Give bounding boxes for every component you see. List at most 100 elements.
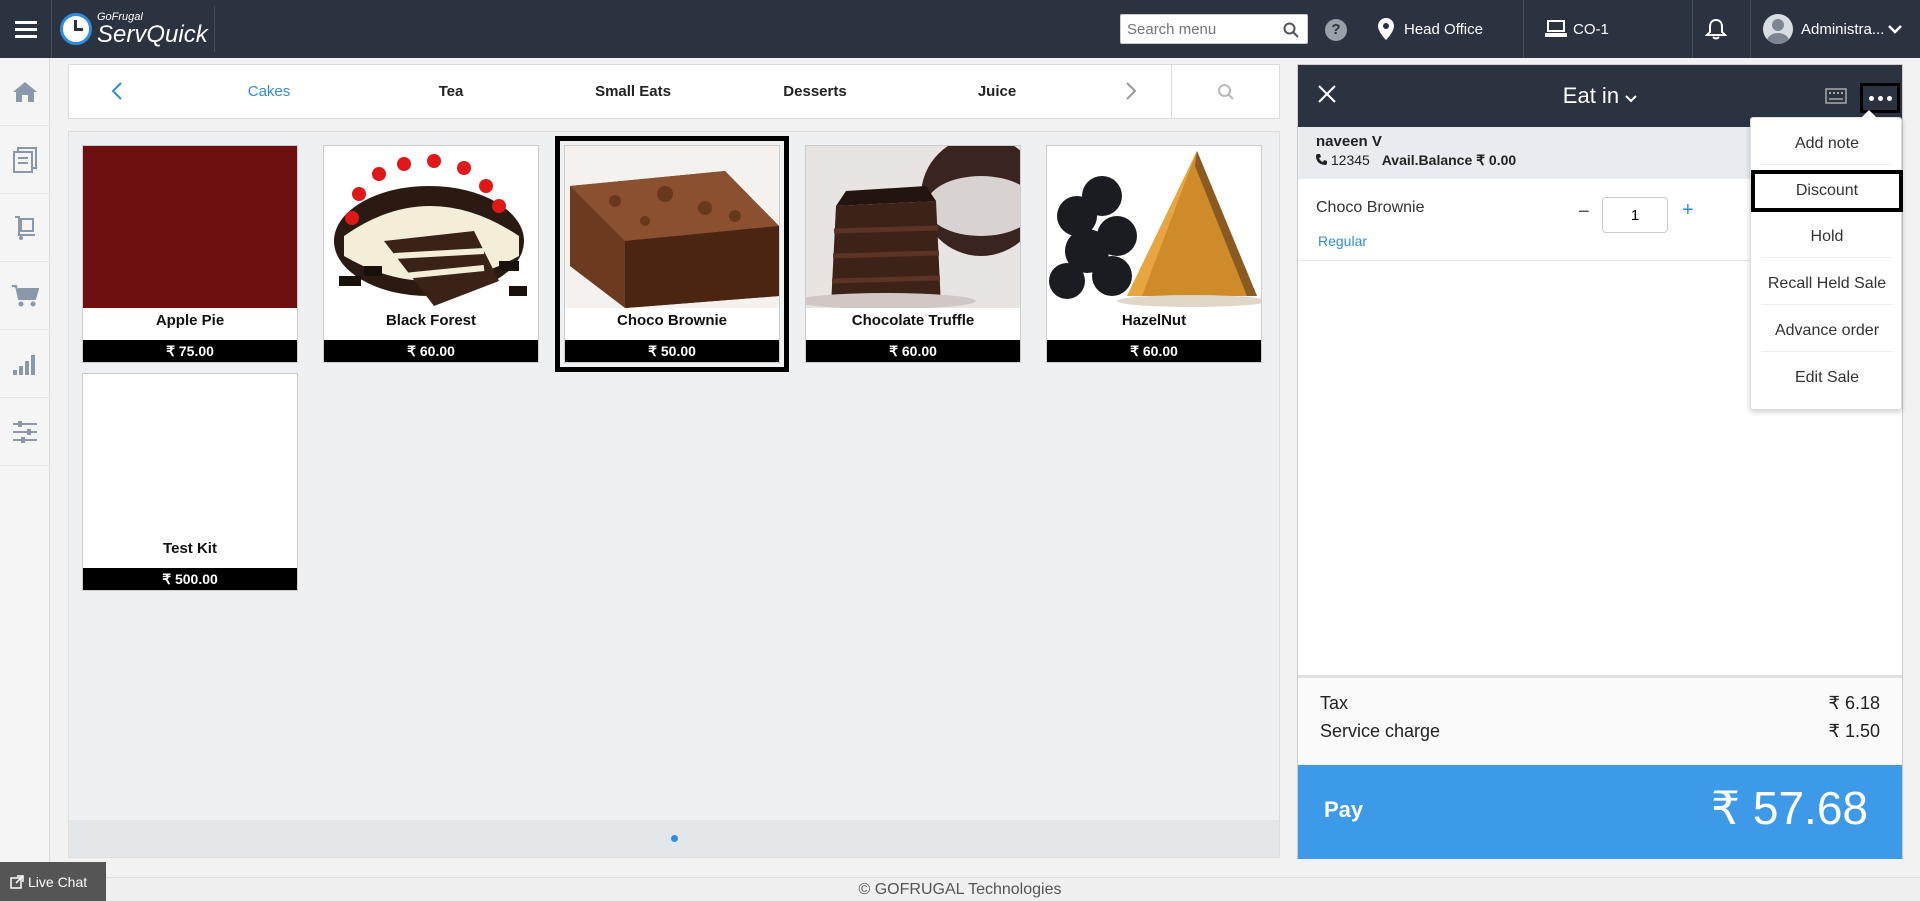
line-item-variant[interactable]: Regular — [1318, 233, 1367, 249]
product-name: HazelNut — [1121, 312, 1187, 329]
trolley-icon — [15, 215, 35, 240]
bell-icon — [1705, 18, 1727, 40]
external-link-icon — [10, 874, 24, 889]
hamburger-menu-icon[interactable] — [0, 0, 52, 58]
cart-icon — [12, 284, 39, 306]
product-image — [806, 146, 1020, 308]
product-price: ₹ 60.00 — [324, 340, 538, 362]
customer-phone: 12345 — [1330, 152, 1370, 168]
map-pin-icon — [1378, 18, 1394, 40]
catalog-icon — [13, 146, 37, 173]
product-card-test-kit[interactable]: Test Kit ₹ 500.00 — [82, 373, 298, 591]
product-card-apple-pie[interactable]: Apple Pie ₹ 75.00 — [82, 145, 298, 363]
product-name: Test Kit — [163, 540, 217, 557]
category-tab-cakes[interactable]: Cakes — [209, 65, 329, 118]
product-card-chocolate-truffle[interactable]: Chocolate Truffle ₹ 60.00 — [805, 145, 1021, 363]
product-name: Apple Pie — [155, 312, 225, 329]
pay-amount: ₹ 57.68 — [1710, 782, 1868, 834]
chevron-down-icon — [1625, 95, 1637, 103]
footer: © GOFRUGAL Technologies — [0, 877, 1920, 901]
phone-icon — [1316, 154, 1327, 165]
more-options-menu: Add note Discount Hold Recall Held Sale … — [1750, 110, 1903, 410]
pay-button[interactable]: Pay ₹ 57.68 — [1298, 765, 1902, 859]
live-chat-button[interactable]: Live Chat — [0, 862, 106, 901]
location-selector[interactable]: Head Office — [1378, 0, 1483, 58]
terminal-selector[interactable]: CO-1 — [1545, 0, 1609, 58]
brand-big: ServQuick — [97, 20, 208, 48]
tax-value: ₹ 6.18 — [1828, 693, 1881, 713]
quantity-input[interactable] — [1602, 197, 1668, 233]
product-name: Choco Brownie — [616, 312, 727, 329]
service-charge-row: Service charge ₹ 1.50 — [1320, 721, 1880, 742]
top-bar: GoFrugal ServQuick ? Head Office CO-1 Ad… — [0, 0, 1920, 58]
category-search-button[interactable] — [1171, 65, 1279, 118]
qty-increase-button[interactable]: + — [1682, 199, 1694, 222]
help-icon[interactable]: ? — [1325, 19, 1347, 41]
product-image — [324, 146, 538, 308]
page-dot-active[interactable] — [671, 835, 678, 842]
nav-catalog[interactable] — [0, 126, 50, 194]
user-name: Administra... — [1801, 20, 1885, 38]
product-price: ₹ 60.00 — [806, 340, 1020, 362]
order-totals: Tax ₹ 6.18 Service charge ₹ 1.50 — [1298, 675, 1902, 773]
chevron-right-icon[interactable] — [1118, 79, 1142, 103]
search-icon[interactable] — [1283, 22, 1299, 38]
category-tab-tea[interactable]: Tea — [391, 65, 511, 118]
search-menu-input[interactable] — [1121, 15, 1271, 43]
clock-logo-icon — [60, 13, 92, 45]
product-card-choco-brownie[interactable]: Choco Brownie ₹ 50.00 — [555, 136, 789, 372]
menu-item-hold[interactable]: Hold — [1761, 216, 1893, 258]
sliders-icon — [13, 420, 37, 443]
tax-row: Tax ₹ 6.18 — [1320, 693, 1880, 714]
service-charge-value: ₹ 1.50 — [1828, 721, 1881, 741]
product-price: ₹ 50.00 — [565, 340, 779, 362]
nav-reports[interactable] — [0, 330, 50, 398]
terminal-label: CO-1 — [1573, 20, 1609, 38]
side-navigation — [0, 58, 50, 901]
notifications[interactable] — [1705, 0, 1727, 58]
avatar — [1763, 14, 1793, 44]
location-label: Head Office — [1404, 20, 1483, 38]
nav-home[interactable] — [0, 58, 50, 126]
chevron-left-icon[interactable] — [106, 79, 130, 103]
product-name: Black Forest — [385, 312, 477, 329]
qty-decrease-button[interactable]: − — [1578, 201, 1590, 224]
nav-delivery[interactable] — [0, 194, 50, 262]
product-name: Chocolate Truffle — [851, 312, 975, 329]
product-card-hazelnut[interactable]: HazelNut ₹ 60.00 — [1046, 145, 1262, 363]
product-price: ₹ 500.00 — [83, 568, 297, 590]
product-image — [565, 146, 779, 308]
menu-item-discount[interactable]: Discount — [1751, 170, 1903, 212]
nav-settings[interactable] — [0, 398, 50, 466]
pagination — [69, 820, 1279, 857]
menu-item-advance-order[interactable]: Advance order — [1761, 310, 1893, 352]
product-price: ₹ 60.00 — [1047, 340, 1261, 362]
category-tab-small-eats[interactable]: Small Eats — [573, 65, 693, 118]
search-icon — [1217, 83, 1234, 100]
menu-item-recall-held-sale[interactable]: Recall Held Sale — [1761, 263, 1893, 305]
product-image — [83, 374, 297, 536]
search-menu-box[interactable] — [1120, 14, 1308, 44]
product-image — [83, 146, 297, 308]
category-tab-juice[interactable]: Juice — [937, 65, 1057, 118]
user-menu[interactable]: Administra... — [1763, 0, 1903, 58]
app-logo[interactable]: GoFrugal ServQuick — [60, 6, 215, 52]
home-icon — [13, 81, 37, 102]
pos-terminal-icon — [1545, 20, 1567, 37]
category-tab-desserts[interactable]: Desserts — [755, 65, 875, 118]
product-image — [1047, 146, 1261, 308]
tax-label: Tax — [1320, 693, 1349, 713]
line-item-name: Choco Brownie — [1316, 199, 1425, 216]
product-price: ₹ 75.00 — [83, 340, 297, 362]
chevron-down-icon — [1888, 25, 1903, 34]
category-bar: Cakes Tea Small Eats Desserts Juice — [68, 64, 1280, 119]
order-type-label: Eat in — [1562, 83, 1620, 108]
nav-cart[interactable] — [0, 262, 50, 330]
menu-item-edit-sale[interactable]: Edit Sale — [1761, 357, 1893, 399]
live-chat-label: Live Chat — [28, 873, 88, 890]
more-options-icon[interactable] — [1860, 83, 1900, 113]
menu-item-add-note[interactable]: Add note — [1761, 123, 1893, 165]
keyboard-icon[interactable] — [1825, 87, 1847, 105]
pay-label: Pay — [1324, 797, 1364, 822]
product-card-black-forest[interactable]: Black Forest ₹ 60.00 — [323, 145, 539, 363]
